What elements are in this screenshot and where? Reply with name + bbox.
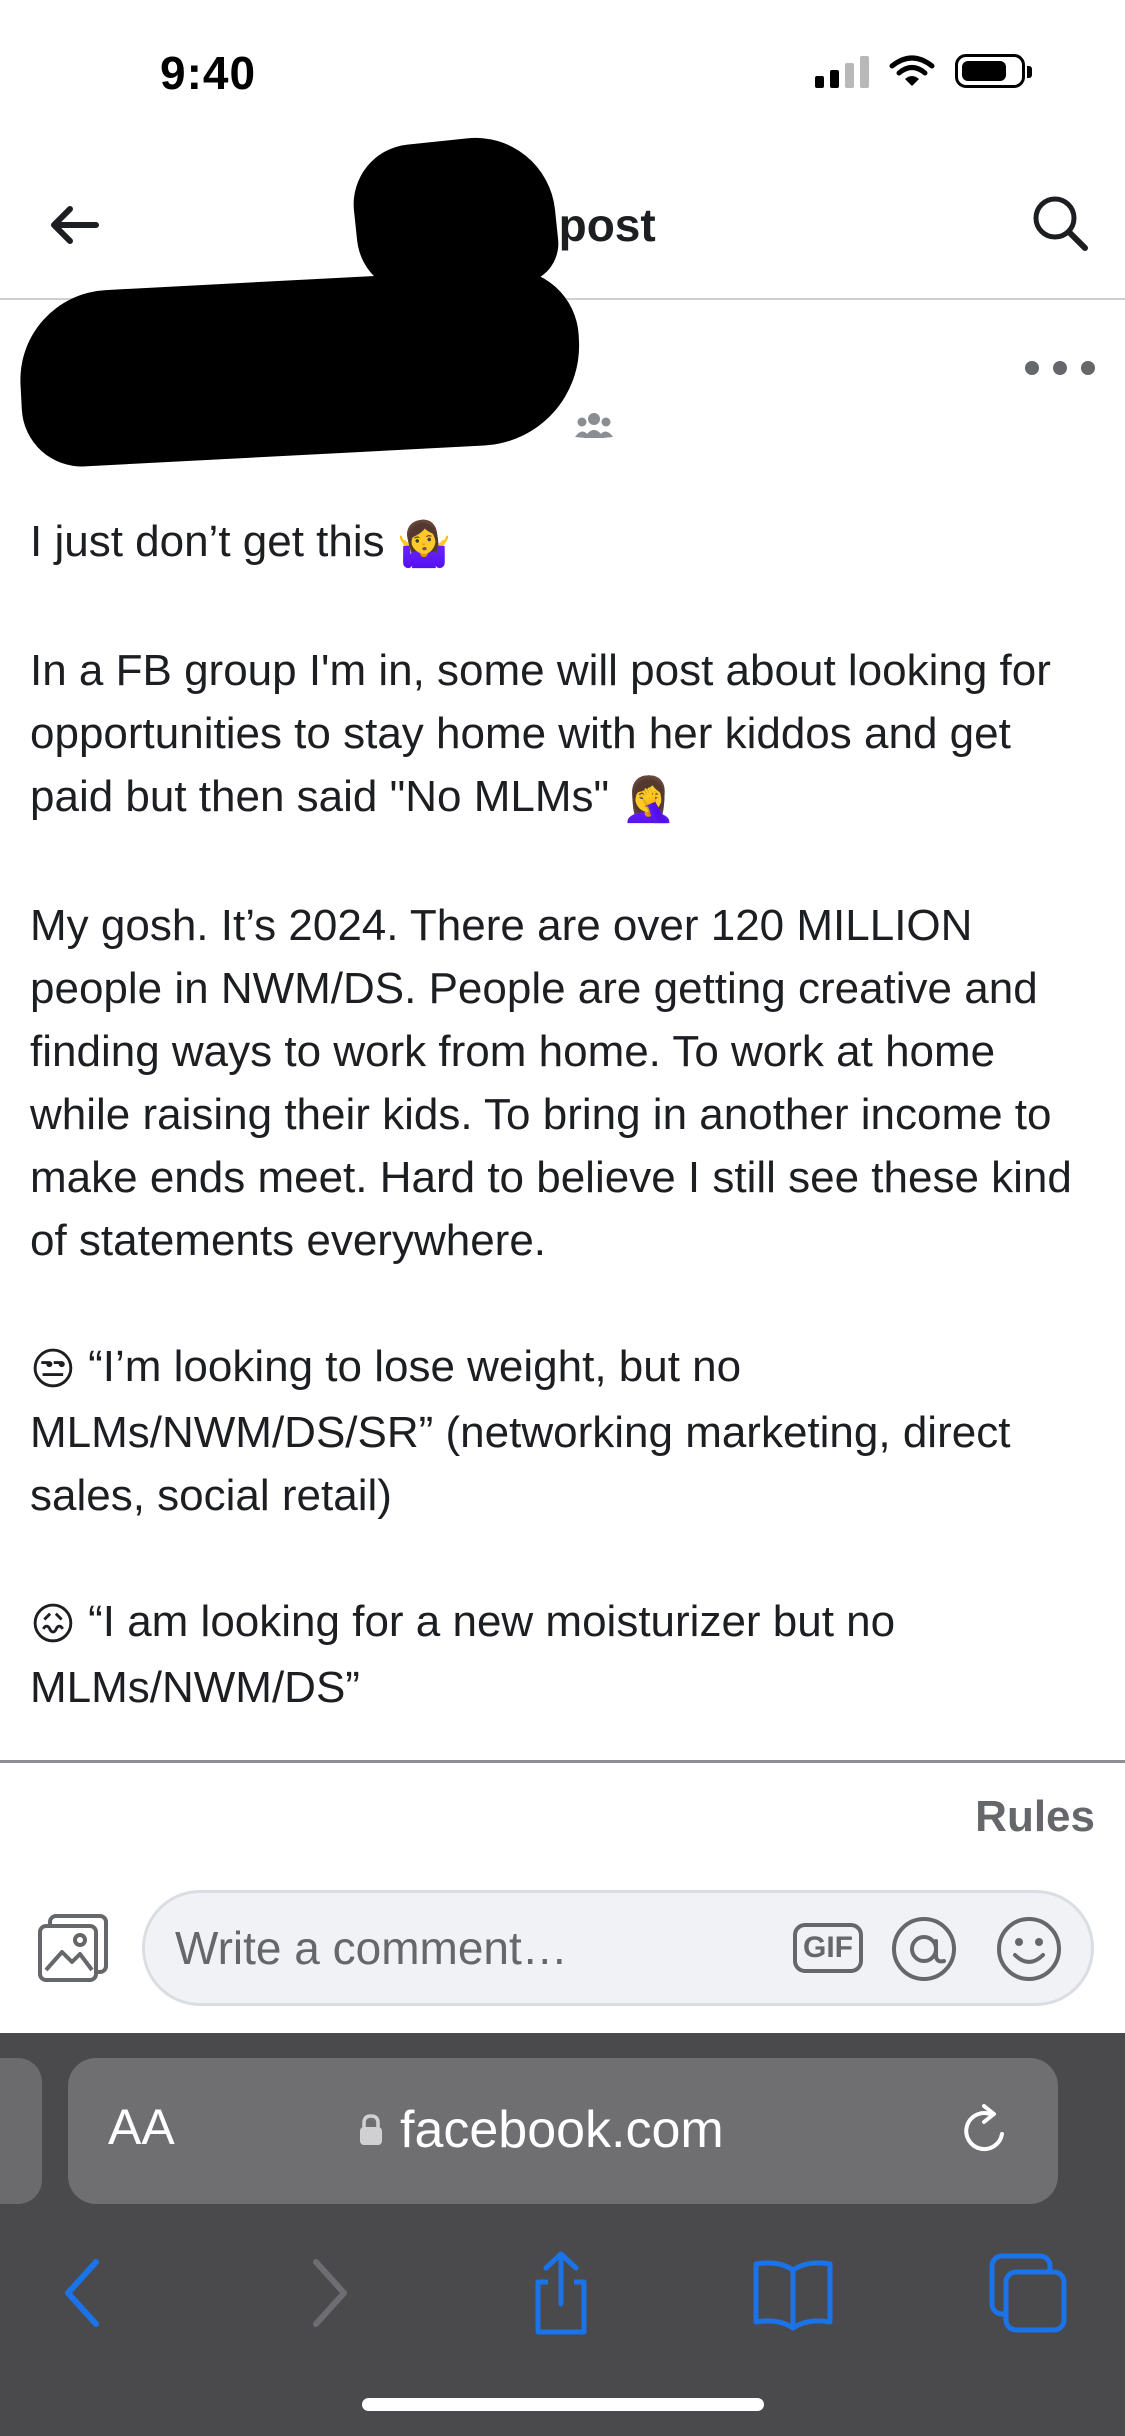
book-icon[interactable] <box>748 2248 838 2338</box>
url-display[interactable]: facebook.com <box>358 2100 724 2160</box>
browser-nav-toolbar <box>0 2228 1125 2358</box>
shrug-emoji-icon: 🤷‍♀️ <box>396 519 452 569</box>
gif-button[interactable]: GIF <box>793 1923 863 1973</box>
at-icon[interactable] <box>890 1915 958 1983</box>
comment-input[interactable] <box>175 1893 735 2003</box>
status-time: 9:40 <box>160 47 257 99</box>
post-paragraph: I just don’t get this 🤷‍♀️ <box>30 510 1100 576</box>
facepalm-emoji-icon: 🤦‍♀️ <box>621 774 677 824</box>
tabs-icon[interactable] <box>984 2248 1074 2338</box>
group-icon <box>575 413 613 438</box>
address-bar[interactable]: AA facebook.com <box>68 2058 1058 2204</box>
url-text: facebook.com <box>400 2101 724 2159</box>
chevron-right-icon[interactable] <box>282 2248 372 2338</box>
post-paragraph: In a FB group I'm in, some will post abo… <box>30 639 1100 831</box>
rules-link[interactable]: Rules <box>975 1792 1095 1842</box>
unamused-emoji-icon: 😒 <box>30 1344 76 1394</box>
photo-icon[interactable] <box>36 1912 110 1984</box>
battery-icon <box>955 54 1032 88</box>
more-options-icon[interactable] <box>1025 350 1095 386</box>
browser-toolbar: AA facebook.com <box>0 2033 1125 2436</box>
post-paragraph: My gosh. It’s 2024. There are over 120 M… <box>30 900 1072 1265</box>
lock-icon <box>360 2114 382 2145</box>
reader-settings-button[interactable]: AA <box>108 2098 175 2156</box>
divider <box>0 1760 1125 1763</box>
chevron-left-icon[interactable] <box>40 2248 130 2338</box>
cellular-signal-icon <box>815 54 869 88</box>
smiley-icon[interactable] <box>995 1915 1063 1983</box>
status-bar: 9:40 <box>0 0 1125 150</box>
redaction-mark <box>15 265 585 470</box>
page-title: 's post <box>509 199 656 251</box>
confounded-emoji-icon: 😖 <box>30 1599 76 1649</box>
home-indicator[interactable] <box>362 2398 764 2411</box>
search-icon[interactable] <box>1025 188 1095 258</box>
post-header-bar: 's post <box>0 150 1125 300</box>
previous-tab-edge[interactable] <box>0 2058 42 2204</box>
status-icons <box>815 54 1032 88</box>
wifi-icon <box>889 55 935 86</box>
share-icon[interactable] <box>516 2248 606 2338</box>
post-text: I just don’t get this 🤷‍♀️ In a FB group… <box>30 510 1100 1782</box>
post-paragraph: 😖 “I am looking for a new moisturizer bu… <box>30 1590 1100 1719</box>
reload-icon[interactable] <box>954 2098 1018 2162</box>
comment-composer: GIF <box>142 1890 1094 2006</box>
post-paragraph: 😒 “I’m looking to lose weight, but no ML… <box>30 1335 1100 1527</box>
